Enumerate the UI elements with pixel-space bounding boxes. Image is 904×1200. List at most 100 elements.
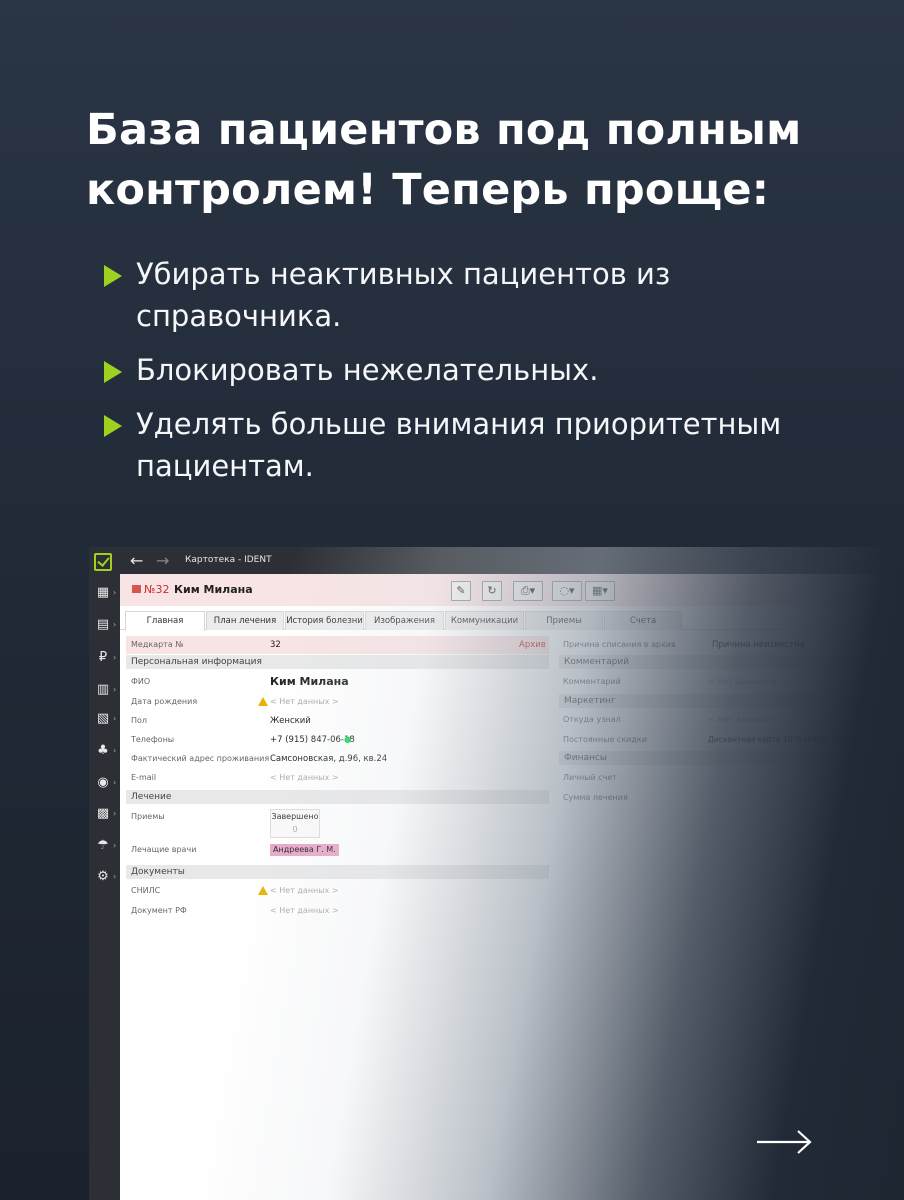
chevron-right-icon: › — [113, 714, 117, 723]
discount-value: Дисконтная карта 10 % (0426 - 30% — [708, 735, 851, 744]
chevron-right-icon: › — [113, 809, 117, 818]
tab-visits[interactable]: Приемы — [525, 611, 603, 630]
dob-value[interactable]: < Нет данных > — [270, 693, 339, 711]
fio-value: Ким Милана — [270, 675, 349, 688]
settings-icon[interactable]: ⚙ — [94, 869, 112, 885]
record-name: Ким Милана — [174, 583, 253, 596]
tab-bar: Главная План лечения История болезни Изо… — [120, 610, 904, 631]
record-number: №32 — [144, 583, 170, 596]
email-value[interactable]: < Нет данных > — [270, 769, 339, 787]
reason-row: Причина списания в архив Причина неизвес… — [559, 636, 904, 654]
visits-label: Приемы — [131, 812, 165, 821]
treatment-sum-row: Сумма лечения — [559, 789, 904, 807]
visits-status-box[interactable]: Завершено 0 — [270, 809, 320, 838]
app-logo-icon — [94, 553, 112, 571]
refresh-button[interactable]: ↻ — [482, 581, 502, 601]
reports-chart-icon[interactable]: ▧ — [94, 711, 112, 727]
email-row: E-mail < Нет данных > — [126, 769, 549, 787]
source-label: Откуда узнал — [563, 715, 621, 724]
app-screenshot: ▦ › ▤ › ₽ › ▥ › ▧ › ♣ › ◉ › ▩ › ☂ › ⚙ › ← → Картот… — [89, 547, 904, 1200]
printer-icon: ⎙▾ — [520, 584, 536, 597]
breadcrumb: Картотека - IDENT — [185, 555, 272, 565]
tab-communications[interactable]: Коммуникации — [445, 611, 524, 630]
email-label: E-mail — [131, 773, 157, 782]
address-label: Фактический адрес проживания — [131, 754, 270, 763]
chevron-right-icon: › — [113, 872, 117, 881]
message-button[interactable]: ◌▾ — [552, 581, 582, 601]
edit-button[interactable]: ✎ — [451, 581, 471, 601]
refresh-icon: ↻ — [487, 584, 497, 597]
discount-row: Постоянные скидки Дисконтная карта 10 % … — [559, 731, 904, 749]
tab-images[interactable]: Изображения — [365, 611, 444, 630]
comment-label: Комментарий — [563, 677, 621, 686]
record-header: №32 Ким Милана ✎ ↻ ⎙▾ ◌▾ ▦▾ — [120, 574, 904, 606]
chat-bubble-icon: ◌▾ — [559, 584, 575, 597]
visits-count: 0 — [292, 825, 298, 834]
tab-treatment-plan[interactable]: План лечения — [206, 611, 284, 630]
triangle-bullet-icon — [104, 265, 122, 287]
bullet-text: Блокировать нежелательных. — [136, 353, 599, 387]
doctor-chip[interactable]: Андреева Г. М. — [270, 844, 339, 856]
umbrella-icon[interactable]: ☂ — [94, 838, 112, 854]
headline: База пациентов под полным контролем! Теп… — [86, 105, 802, 215]
comment-row: Комментарий < Нет данных > — [559, 673, 904, 691]
doctors-label: Лечащие врачи — [131, 845, 197, 854]
next-arrow-icon[interactable] — [756, 1128, 812, 1156]
reason-value: Причина неизвестна — [712, 640, 805, 650]
calendar-button[interactable]: ▦▾ — [585, 581, 615, 601]
app-titlebar: ← → Картотека - IDENT — [120, 547, 904, 574]
fio-label: ФИО — [131, 677, 151, 686]
tab-main[interactable]: Главная — [125, 611, 205, 631]
comment-value[interactable]: < Нет данных > — [708, 673, 777, 691]
forward-arrow-icon[interactable]: → — [156, 551, 169, 570]
docrf-value[interactable]: < Нет данных > — [270, 902, 339, 920]
section-treatment: Лечение — [126, 790, 549, 804]
tab-invoices[interactable]: Счета — [604, 611, 682, 630]
print-button[interactable]: ⎙▾ — [513, 581, 543, 601]
treatment-sum-label: Сумма лечения — [563, 793, 628, 802]
visits-status: Завершено — [271, 812, 319, 821]
phones-row: Телефоны +7 (915) 847-06-18 ● — [126, 731, 549, 749]
snils-value[interactable]: < Нет данных > — [270, 882, 339, 900]
address-value: Самсоновская, д.96, кв.24 — [270, 754, 388, 764]
section-documents: Документы — [126, 865, 549, 879]
section-comment: Комментарий — [559, 655, 904, 669]
section-marketing: Маркетинг — [559, 694, 904, 708]
source-row: Откуда узнал < Нет данных > — [559, 711, 904, 729]
chevron-right-icon: › — [113, 588, 117, 597]
address-row: Фактический адрес проживания Самсоновска… — [126, 750, 549, 768]
snils-row: СНИЛС < Нет данных > — [126, 882, 549, 900]
account-row: Личный счет — [559, 769, 904, 787]
source-value[interactable]: < Нет данных > — [708, 711, 777, 729]
schedule-icon[interactable]: ▦ — [94, 585, 112, 601]
section-finance: Финансы — [559, 751, 904, 765]
phones-value[interactable]: +7 (915) 847-06-18 — [270, 731, 355, 749]
chevron-right-icon: › — [113, 620, 117, 629]
warehouse-icon[interactable]: ▩ — [94, 806, 112, 822]
warning-icon — [258, 697, 268, 706]
chevron-right-icon: › — [113, 685, 117, 694]
chevron-right-icon: › — [113, 653, 117, 662]
medcard-value: 32 — [270, 640, 281, 650]
app-sidebar: ▦ › ▤ › ₽ › ▥ › ▧ › ♣ › ◉ › ▩ › ☂ › ⚙ › — [89, 547, 120, 1200]
snils-label: СНИЛС — [131, 886, 161, 895]
chevron-right-icon: › — [113, 778, 117, 787]
discount-label: Постоянные скидки — [563, 735, 647, 744]
cash-register-icon[interactable]: ▥ — [94, 682, 112, 698]
patients-card-icon[interactable]: ▤ — [94, 617, 112, 633]
archive-badge: Архив — [519, 640, 546, 650]
section-personal: Персональная информация — [126, 655, 549, 669]
medcard-label: Медкарта № — [131, 640, 184, 649]
back-arrow-icon[interactable]: ← — [130, 551, 143, 570]
gender-label: Пол — [131, 716, 148, 725]
docrf-label: Документ РФ — [131, 906, 187, 915]
tab-history[interactable]: История болезни — [285, 611, 364, 630]
tooth-icon[interactable]: ◉ — [94, 775, 112, 791]
bullet-item: Блокировать нежелательных. — [104, 349, 824, 391]
chevron-right-icon: › — [113, 746, 117, 755]
ruble-icon[interactable]: ₽ — [94, 650, 112, 666]
staff-icon[interactable]: ♣ — [94, 743, 112, 759]
chevron-right-icon: › — [113, 841, 117, 850]
bullet-item: Уделять больше внимания приоритетным пац… — [104, 403, 824, 487]
whatsapp-icon[interactable]: ● — [344, 731, 351, 749]
